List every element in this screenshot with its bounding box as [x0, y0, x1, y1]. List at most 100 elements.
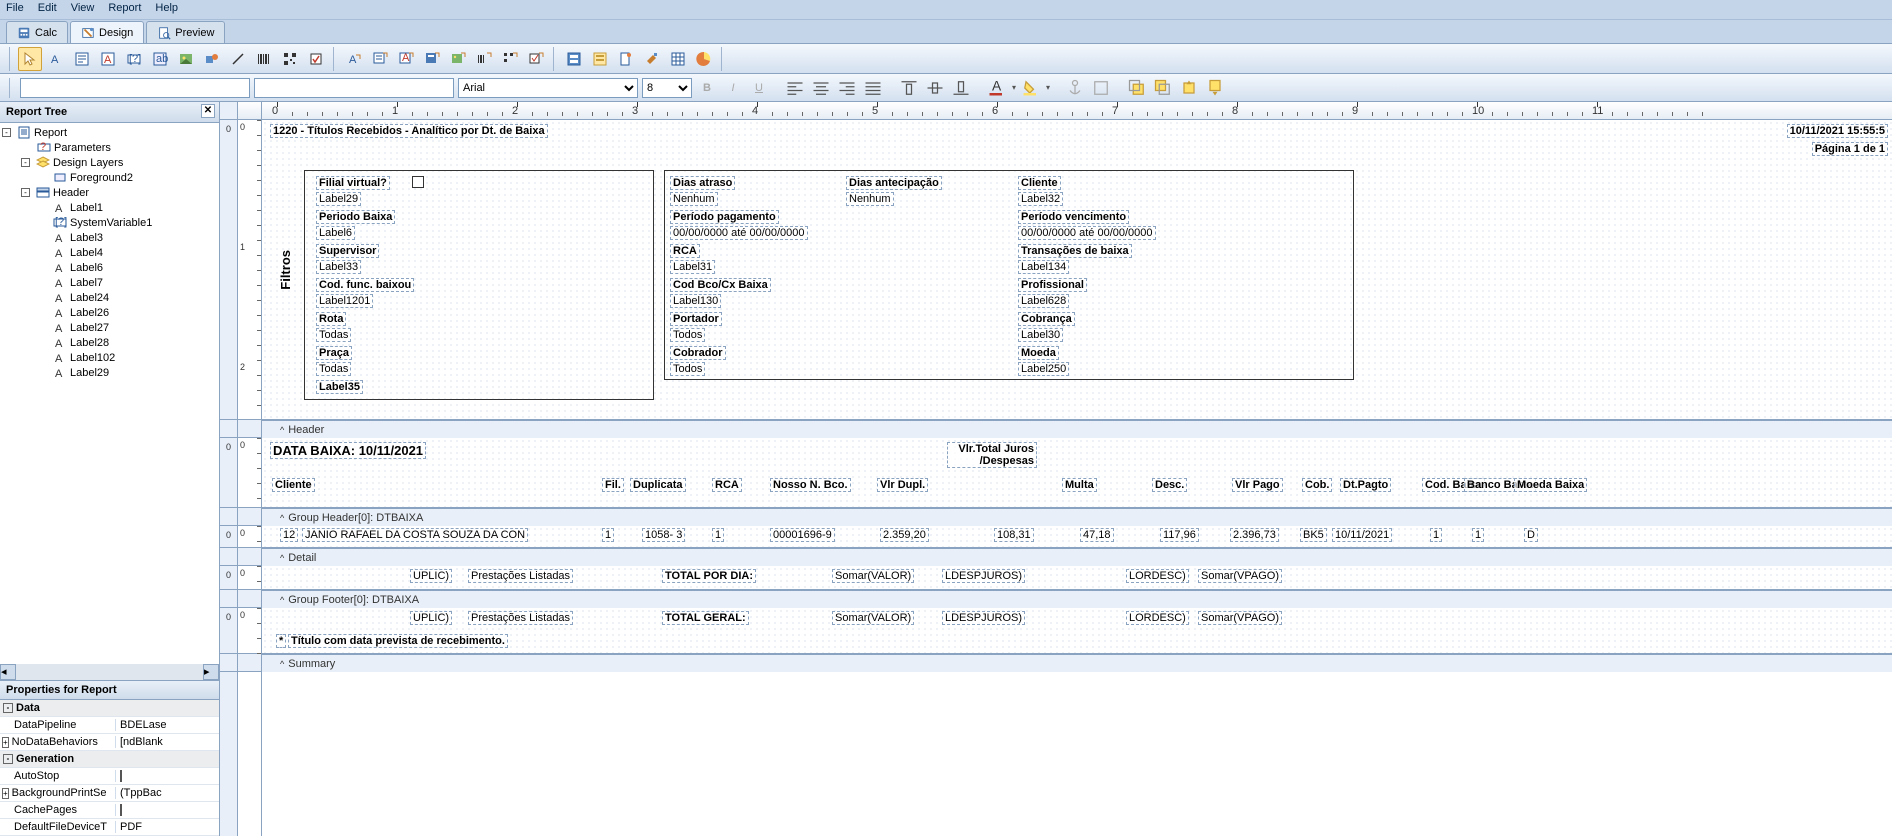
sm-somarvpago[interactable]: Somar(VPAGO) [1198, 611, 1282, 625]
detail-bancobaixa[interactable]: 1 [1472, 528, 1484, 542]
report-datetime[interactable]: 10/11/2021 15:55:5 [1787, 124, 1888, 138]
filter-label[interactable]: Supervisor [316, 244, 379, 258]
tree-node[interactable]: ALabel7 [2, 275, 217, 290]
checkbox-tool[interactable] [304, 47, 328, 71]
filter-label[interactable]: Cod. func. baixou [316, 278, 414, 292]
border-button[interactable] [1090, 77, 1112, 99]
close-tree-icon[interactable]: ✕ [201, 104, 215, 118]
filter-label[interactable]: Período pagamento [670, 210, 779, 224]
sm-uplic[interactable]: UPLIC) [410, 611, 452, 625]
tree-node[interactable]: -Header [2, 185, 217, 200]
send-backward-button[interactable] [1204, 77, 1226, 99]
prop-row[interactable]: AutoStop [0, 768, 219, 785]
report-tree[interactable]: -Report?Parameters-Design LayersForegrou… [0, 123, 219, 664]
col-desc[interactable]: Desc. [1152, 478, 1187, 492]
detail-cob[interactable]: BK5 [1300, 528, 1327, 542]
filter-label[interactable]: Dias antecipação [846, 176, 942, 190]
font-family-select[interactable]: Arial [458, 78, 638, 98]
prop-row[interactable]: CachePages [0, 802, 219, 819]
filter-label[interactable]: RCA [670, 244, 700, 258]
filter-value[interactable]: Label134 [1018, 260, 1069, 274]
paint-tool[interactable] [640, 47, 664, 71]
filter-value[interactable]: Label1201 [316, 294, 373, 308]
gf-uplic[interactable]: UPLIC) [410, 569, 452, 583]
menu-help[interactable]: Help [155, 2, 178, 17]
gf-prest[interactable]: Prestações Listadas [468, 569, 573, 583]
tree-node[interactable]: ALabel6 [2, 260, 217, 275]
sysvar-tool[interactable]: [?] [122, 47, 146, 71]
bold-button[interactable]: B [696, 77, 718, 99]
prop-row[interactable]: DefaultFileDeviceTPDF [0, 819, 219, 836]
font-color-button[interactable]: A [986, 77, 1008, 99]
tree-node[interactable]: Foreground2 [2, 170, 217, 185]
bring-front-button[interactable] [1126, 77, 1148, 99]
tree-node[interactable]: ALabel24 [2, 290, 217, 305]
gf-despjuros[interactable]: LDESPJUROS) [942, 569, 1025, 583]
tree-node[interactable]: ALabel29 [2, 365, 217, 380]
band-group-header[interactable]: ^Group Header[0]: DTBAIXA [262, 508, 1892, 526]
band-detail[interactable]: ^Detail [262, 548, 1892, 566]
col-vlrpago[interactable]: Vlr Pago [1232, 478, 1283, 492]
tree-hscroll[interactable]: ◂ ▸ [0, 664, 219, 680]
filter-label[interactable]: Profissional [1018, 278, 1087, 292]
tree-node[interactable]: ALabel27 [2, 320, 217, 335]
dbimage-tool[interactable] [446, 47, 470, 71]
filter-value[interactable]: Nenhum [846, 192, 894, 206]
filter-value[interactable]: Label33 [316, 260, 361, 274]
col-cob[interactable]: Cob. [1302, 478, 1332, 492]
field-selector[interactable] [254, 78, 454, 98]
subreport-tool[interactable] [588, 47, 612, 71]
detail-cliente[interactable]: JANIO RAFAEL DA COSTA SOUZA DA CON [302, 528, 528, 542]
underline-button[interactable]: U [748, 77, 770, 99]
filter-value[interactable]: Todos [670, 328, 705, 342]
label-tool[interactable]: A [44, 47, 68, 71]
filter-value[interactable]: Label628 [1018, 294, 1069, 308]
prop-group[interactable]: -Generation [0, 751, 219, 768]
filter-value[interactable]: Label30 [1018, 328, 1063, 342]
detail-moedabaixa[interactable]: D [1524, 528, 1538, 542]
sm-totalg[interactable]: TOTAL GERAL: [662, 611, 749, 625]
dbbarcode-tool[interactable] [472, 47, 496, 71]
align-middle-button[interactable] [924, 77, 946, 99]
detail-multa[interactable]: 47,18 [1080, 528, 1114, 542]
filial-checkbox[interactable] [412, 176, 424, 188]
image-tool[interactable] [174, 47, 198, 71]
detail-dupl[interactable]: 1058- 3 [642, 528, 685, 542]
align-center-button[interactable] [810, 77, 832, 99]
col-nosso[interactable]: Nosso N. Bco. [770, 478, 851, 492]
report-title[interactable]: 1220 - Títulos Recebidos - Analítico por… [270, 124, 548, 138]
filter-label[interactable]: Filial virtual? [316, 176, 390, 190]
filter-label[interactable]: Periodo Baixa [316, 210, 395, 224]
filter-label[interactable]: Moeda [1018, 346, 1059, 360]
align-bottom-button[interactable] [950, 77, 972, 99]
filter-label[interactable]: Cliente [1018, 176, 1061, 190]
line-tool[interactable] [226, 47, 250, 71]
bring-forward-button[interactable] [1178, 77, 1200, 99]
dbbarcode2d-tool[interactable] [498, 47, 522, 71]
gf-lordesc[interactable]: LORDESC) [1126, 569, 1189, 583]
filter-label[interactable]: Cobrador [670, 346, 726, 360]
sm-despjuros[interactable]: LDESPJUROS) [942, 611, 1025, 625]
crosstab-tool[interactable] [666, 47, 690, 71]
tab-calc[interactable]: Calc [6, 21, 68, 43]
filter-label[interactable]: Cod Bco/Cx Baixa [670, 278, 771, 292]
filter-value[interactable]: Label29 [316, 192, 361, 206]
filter-value[interactable]: Label130 [670, 294, 721, 308]
sm-prest[interactable]: Prestações Listadas [468, 611, 573, 625]
col-juros[interactable]: Vlr.Total Juros /Despesas [947, 442, 1037, 468]
col-moedabaixa[interactable]: Moeda Baixa [1514, 478, 1587, 492]
object-selector[interactable] [20, 78, 250, 98]
menu-file[interactable]: File [6, 2, 24, 17]
font-size-select[interactable]: 8 [642, 78, 692, 98]
band-summary[interactable]: ^Summary [262, 654, 1892, 672]
gf-somarvalor[interactable]: Somar(VALOR) [832, 569, 914, 583]
anchor-button[interactable] [1064, 77, 1086, 99]
memo-tool[interactable] [70, 47, 94, 71]
align-top-button[interactable] [898, 77, 920, 99]
filter-value[interactable]: Nenhum [670, 192, 718, 206]
richtext-tool[interactable]: A [96, 47, 120, 71]
filter-label[interactable]: Portador [670, 312, 722, 326]
col-vlrdupl[interactable]: Vlr Dupl. [877, 478, 928, 492]
filter-value[interactable]: 00/00/0000 até 00/00/0000 [1018, 226, 1156, 240]
menu-edit[interactable]: Edit [38, 2, 57, 17]
